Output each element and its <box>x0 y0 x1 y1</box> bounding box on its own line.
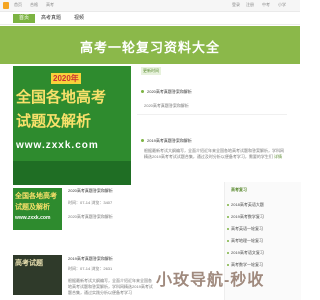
main-tabs: 首页 高考真题 视频 <box>0 13 300 25</box>
card-thumb-url: www.zxxk.com <box>15 215 51 221</box>
card-thumb-line1: 高考试题 <box>15 260 43 267</box>
sidebar-heading: 高考复习 <box>231 187 247 192</box>
tab-video[interactable]: 视频 <box>70 14 88 23</box>
hero-stripe <box>13 161 131 185</box>
sidebar-item[interactable]: 2019高考数学复习 <box>231 214 264 220</box>
top-nav-item[interactable]: 首页 <box>14 2 22 8</box>
bullet-icon <box>141 90 144 93</box>
hero-url: www.zxxk.com <box>16 140 99 151</box>
card-thumb-line1: 全国各地高考 <box>15 193 57 200</box>
news-desc: 根据最新考试大纲编写，全面介绍近年来全国各地高考试题和答案解析，学科网精选201… <box>144 148 286 160</box>
card-desc: 根据最新考试大纲编写，全面介绍近年来全国各地高考试题和答案解析，学科网精选201… <box>68 278 153 295</box>
site-logo[interactable] <box>3 2 9 9</box>
more-link[interactable]: 详情 <box>274 154 282 159</box>
hero-line2: 试题及解析 <box>16 112 92 130</box>
recent-badge: 更新时间 <box>141 67 161 75</box>
divider <box>137 114 287 115</box>
bullet-icon <box>227 204 229 206</box>
news-desc: 2020高考真题答案和解析 <box>144 103 189 108</box>
banner-title: 高考一轮复习资料大全 <box>79 41 220 56</box>
sidebar-item[interactable]: 2019高考语文复习 <box>231 250 264 256</box>
card-desc: 2020高考真题答案和解析 <box>68 214 113 219</box>
tab-home[interactable]: 首页 <box>13 14 35 23</box>
sidebar-item[interactable]: 高考地理一轮复习 <box>231 238 263 244</box>
top-nav-item[interactable]: 合格 <box>30 2 38 8</box>
card-meta: 时间：07-14 浏览：3407 <box>68 200 113 205</box>
hero-year-tag: 2020年 <box>51 73 81 84</box>
top-nav-item[interactable]: 小学 <box>278 2 286 8</box>
top-nav-item[interactable]: 高考 <box>46 2 54 8</box>
top-nav-item[interactable]: 中考 <box>262 2 270 8</box>
sidebar-item[interactable]: 高考英语一轮复习 <box>231 226 263 232</box>
sidebar-item[interactable]: 2018高考英语大题 <box>231 202 264 208</box>
card-title[interactable]: 2019高考真题答案和解析 <box>68 256 113 262</box>
bullet-icon <box>227 252 229 254</box>
bullet-icon <box>227 228 229 230</box>
news-title[interactable]: 2020高考真题答案和解析 <box>147 89 192 95</box>
watermark-text: 小玫导航-秒收 <box>156 272 265 289</box>
bullet-icon <box>141 139 144 142</box>
news-title[interactable]: 2019高考真题答案和解析 <box>147 138 192 144</box>
card-thumbnail[interactable]: 全国各地高考 试题及解析 www.zxxk.com <box>13 188 62 230</box>
top-nav-bar: 首页 合格 高考 登录 注册 中考 小学 <box>0 0 300 12</box>
card-title[interactable]: 2020高考真题答案和解析 <box>68 188 113 194</box>
login-link[interactable]: 登录 <box>232 2 240 8</box>
hero-image[interactable]: 2020年 全国各地高考 试题及解析 www.zxxk.com <box>13 66 131 185</box>
news-desc-text: 根据最新考试大纲编写，全面介绍近年来全国各地高考试题和答案解析，学科网精选201… <box>144 148 284 159</box>
tab-gaokao-papers[interactable]: 高考真题 <box>40 14 62 23</box>
register-link[interactable]: 注册 <box>246 2 254 8</box>
hero-line1: 全国各地高考 <box>16 88 107 106</box>
bullet-icon <box>227 216 229 218</box>
page-banner: 高考一轮复习资料大全 <box>0 26 300 64</box>
card-meta: 时间：07-14 浏览：2631 <box>68 266 113 271</box>
card-thumbnail[interactable]: 高考试题 <box>13 255 62 295</box>
card-thumb-line2: 试题及解析 <box>15 204 50 211</box>
bullet-icon <box>227 240 229 242</box>
